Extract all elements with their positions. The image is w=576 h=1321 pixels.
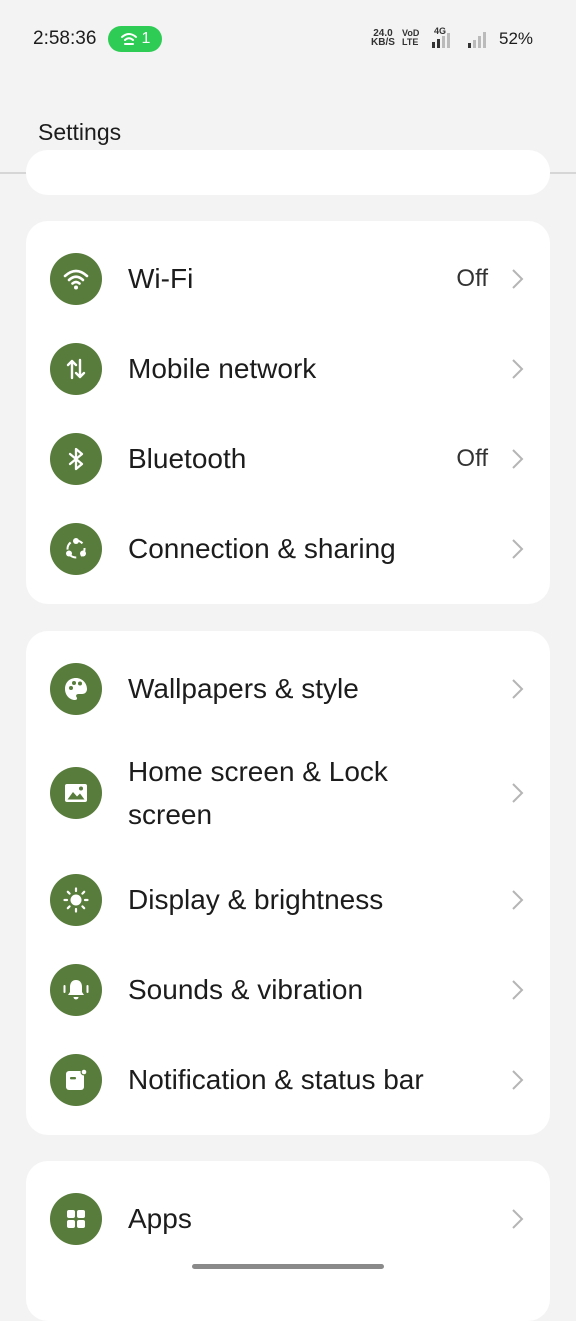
share-icon xyxy=(50,523,102,575)
apps-icon xyxy=(50,1193,102,1245)
chevron-right-icon xyxy=(512,359,524,379)
status-clock: 2:58:36 xyxy=(33,28,97,49)
settings-item-label: Home screen & Lock screen xyxy=(128,756,388,830)
chevron-right-icon xyxy=(512,679,524,699)
signal-strength-sim2-icon xyxy=(468,32,486,48)
hotspot-icon xyxy=(120,33,137,45)
hotspot-indicator[interactable]: 1 xyxy=(108,26,162,52)
settings-card-previous xyxy=(26,150,550,195)
settings-item-label: Wi-Fi xyxy=(128,263,194,294)
bluetooth-icon xyxy=(50,433,102,485)
settings-item-display-brightness[interactable]: Display & brightness xyxy=(26,855,550,945)
chevron-right-icon xyxy=(512,269,524,289)
settings-item-home-lock-screen[interactable]: Home screen & Lock screen xyxy=(26,734,550,849)
settings-item-sounds-vibration[interactable]: Sounds & vibration xyxy=(26,945,550,1035)
chevron-right-icon xyxy=(512,449,524,469)
image-icon xyxy=(50,767,102,819)
status-bar: 2:58:36 1 24.0 KB/S VoD LTE 4G 52% xyxy=(0,0,576,78)
page-title: Settings xyxy=(38,119,122,145)
settings-item-value: Off xyxy=(456,265,488,292)
settings-item-apps[interactable]: Apps xyxy=(26,1174,550,1264)
settings-item-wallpapers-style[interactable]: Wallpapers & style xyxy=(26,644,550,734)
chevron-right-icon xyxy=(512,890,524,910)
notification-icon xyxy=(50,1054,102,1106)
settings-item-label: Wallpapers & style xyxy=(128,673,359,704)
settings-item-label: Connection & sharing xyxy=(128,533,396,564)
settings-item-label: Notification & status bar xyxy=(128,1064,424,1095)
network-speed: 24.0 KB/S xyxy=(371,28,395,48)
chevron-right-icon xyxy=(512,1209,524,1229)
chevron-right-icon xyxy=(512,980,524,1000)
bell-icon xyxy=(50,964,102,1016)
settings-item-label: Apps xyxy=(128,1203,192,1234)
hotspot-count: 1 xyxy=(141,30,151,47)
sun-icon xyxy=(50,874,102,926)
settings-item-bluetooth[interactable]: Bluetooth Off xyxy=(26,414,550,504)
settings-item-value: Off xyxy=(456,445,488,472)
signal-strength-sim1-icon xyxy=(432,33,450,48)
settings-item-label: Display & brightness xyxy=(128,884,384,915)
settings-group-apps: Apps xyxy=(26,1161,550,1321)
settings-item-label: Mobile network xyxy=(128,353,317,384)
settings-group-personalization: Wallpapers & style Home screen & Lock sc… xyxy=(26,631,550,1135)
gesture-nav-handle[interactable] xyxy=(192,1264,384,1269)
settings-item-mobile-network[interactable]: Mobile network xyxy=(26,324,550,414)
volte-indicator: VoD LTE xyxy=(402,28,420,47)
battery-level: 52% xyxy=(499,29,534,48)
settings-item-wifi[interactable]: Wi-Fi Off xyxy=(26,234,550,324)
wifi-icon xyxy=(50,253,102,305)
settings-item-label: Bluetooth xyxy=(128,443,247,474)
chevron-right-icon xyxy=(512,539,524,559)
settings-group-connectivity: Wi-Fi Off Mobile network Bluetooth Off C… xyxy=(26,221,550,604)
settings-item-notification-status-bar[interactable]: Notification & status bar xyxy=(26,1035,550,1125)
chevron-right-icon xyxy=(512,783,524,803)
settings-item-connection-sharing[interactable]: Connection & sharing xyxy=(26,504,550,594)
palette-icon xyxy=(50,663,102,715)
chevron-right-icon xyxy=(512,1070,524,1090)
mobile-data-icon xyxy=(50,343,102,395)
settings-item-label: Sounds & vibration xyxy=(128,974,364,1005)
